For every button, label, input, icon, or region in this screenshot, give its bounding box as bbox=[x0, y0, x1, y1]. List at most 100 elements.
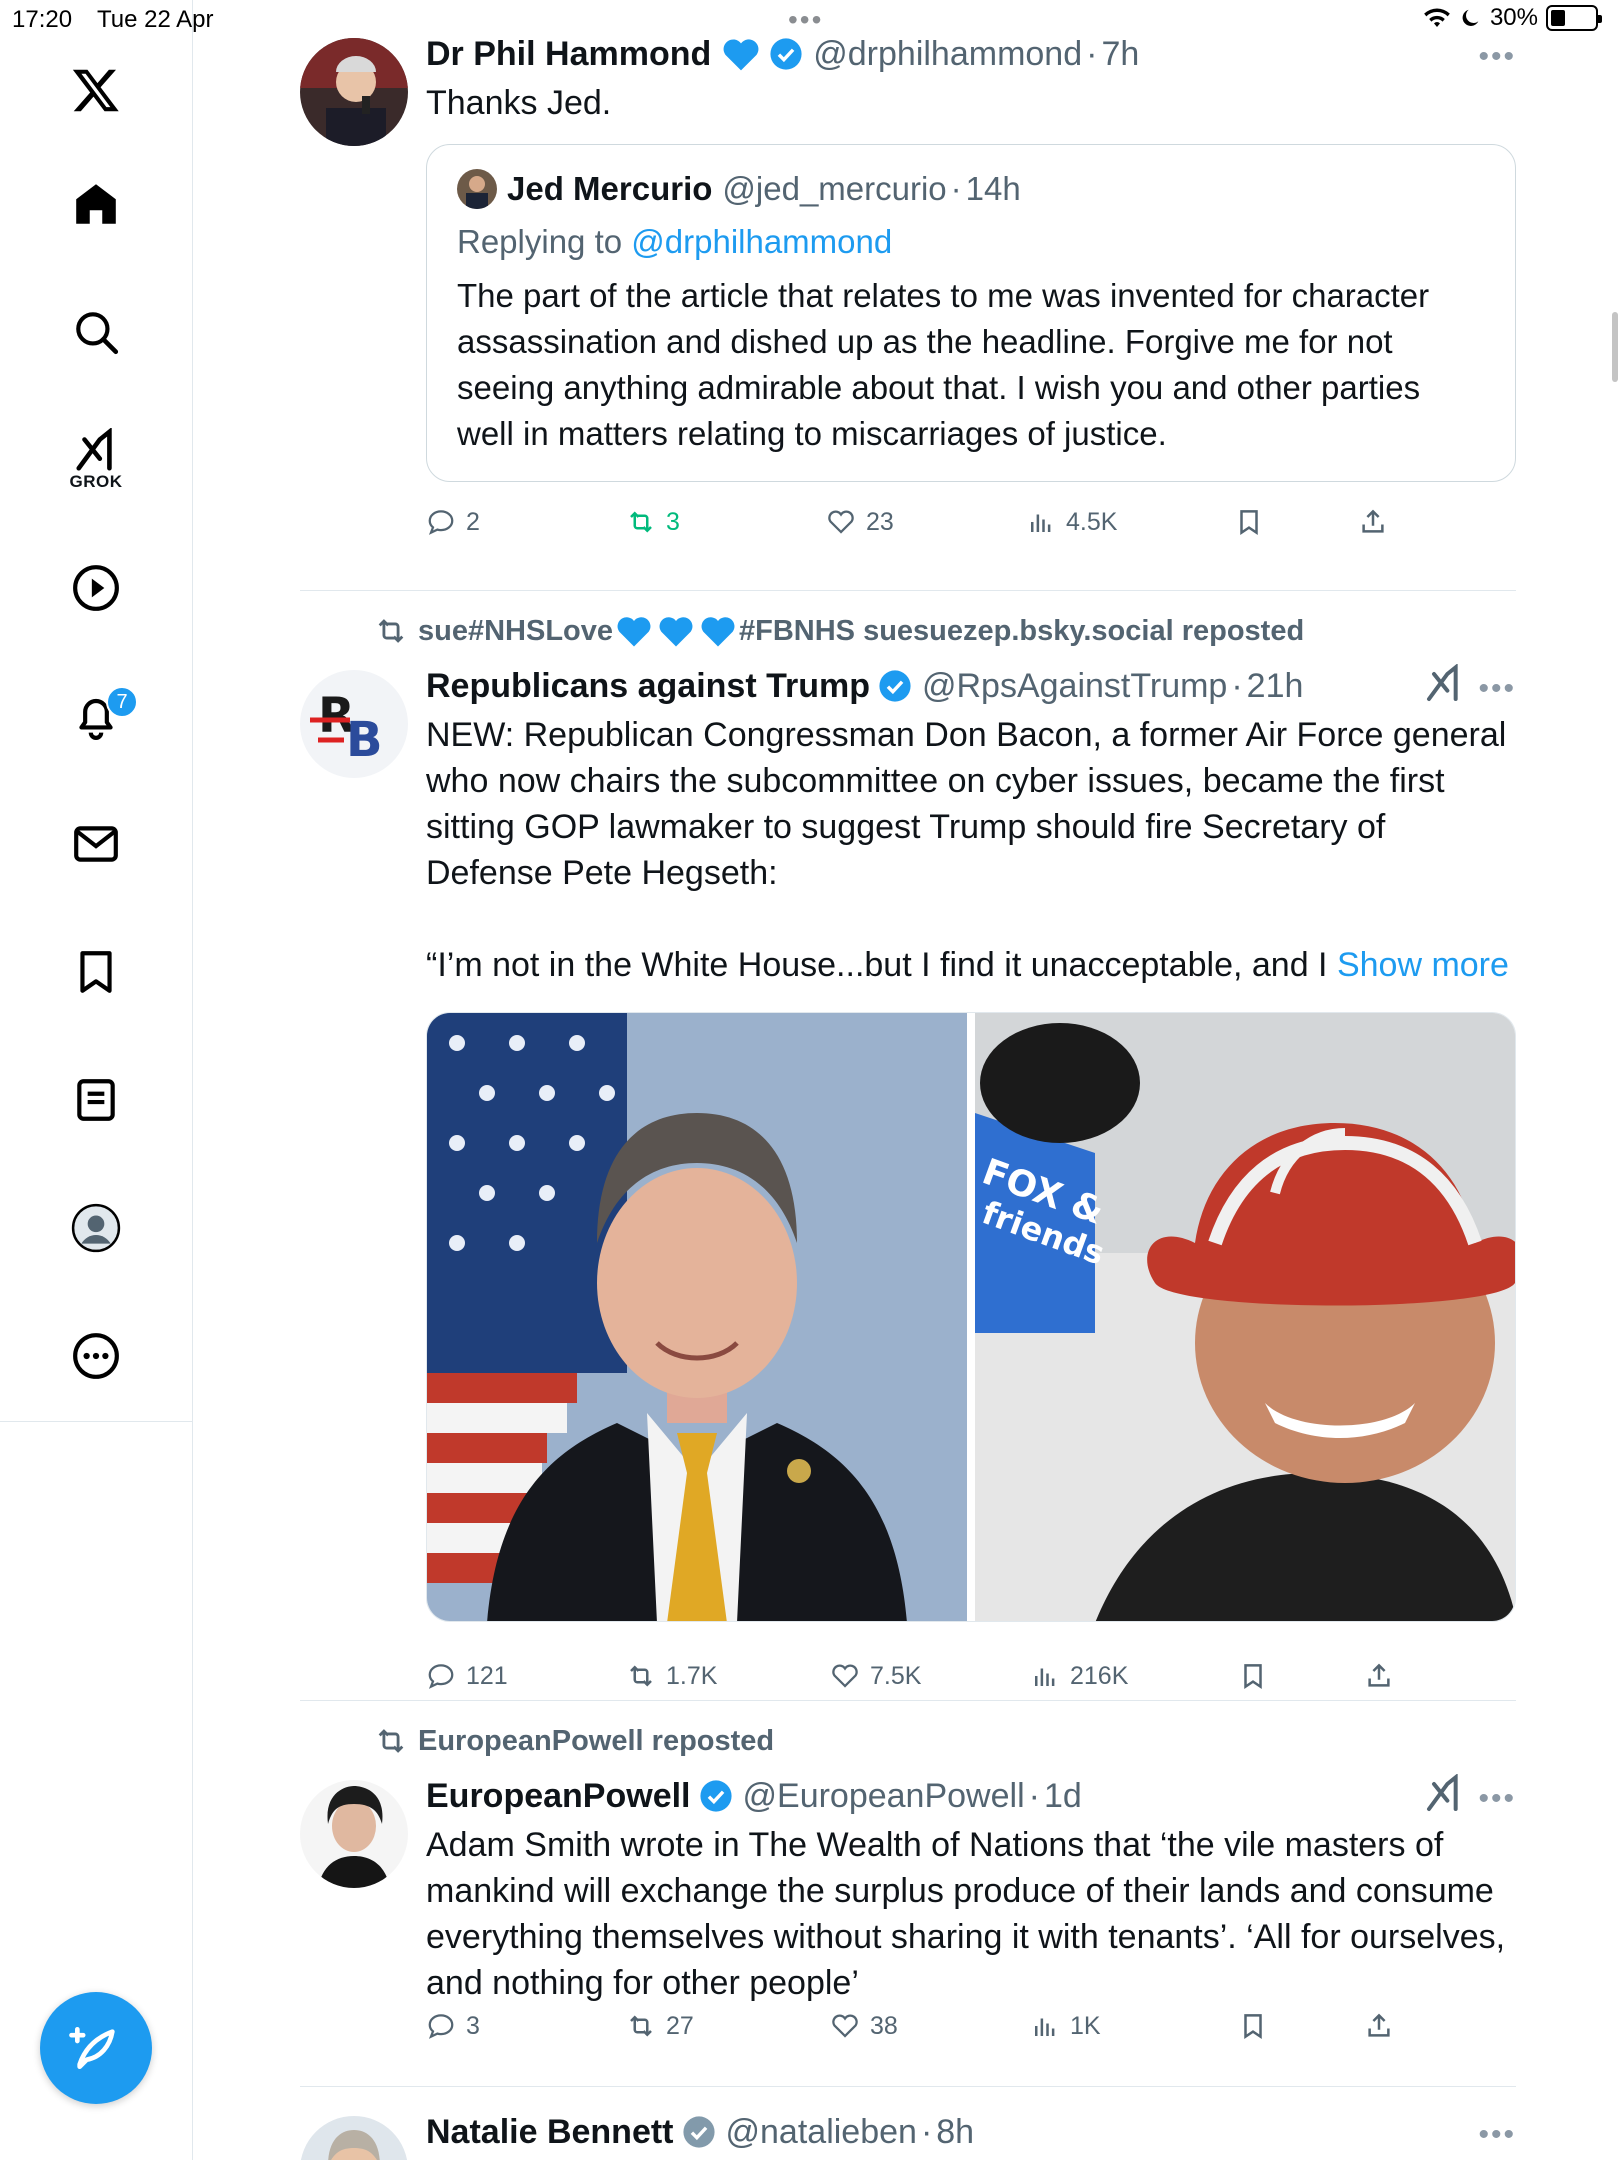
tweet-3-header: EuropeanPowell @EuropeanPowell · 1d bbox=[426, 1776, 1082, 1816]
tweet-3[interactable]: EuropeanPowell reposted EuropeanPowell @… bbox=[300, 1724, 1516, 2074]
profile-avatar-icon[interactable] bbox=[0, 1188, 192, 1268]
avatar-natalieben[interactable] bbox=[300, 2116, 408, 2160]
scrollbar-thumb[interactable] bbox=[1612, 312, 1618, 382]
reply-button[interactable]: 121 bbox=[426, 1661, 508, 1691]
show-more-link[interactable]: Show more bbox=[1337, 946, 1509, 984]
grok-icon[interactable]: GROK bbox=[0, 420, 192, 500]
home-icon[interactable] bbox=[0, 164, 192, 244]
bookmark-button[interactable] bbox=[1238, 1661, 1268, 1691]
quoted-tweet-text: The part of the article that relates to … bbox=[457, 277, 1430, 452]
author-name[interactable]: Dr Phil Hammond bbox=[426, 35, 711, 74]
author-handle[interactable]: @RpsAgainstTrump bbox=[922, 667, 1227, 706]
share-button[interactable] bbox=[1358, 507, 1388, 537]
author-name[interactable]: Republicans against Trump bbox=[426, 667, 870, 706]
share-button[interactable] bbox=[1364, 1661, 1394, 1691]
like-button[interactable]: 38 bbox=[830, 2011, 898, 2041]
repost-button[interactable]: 3 bbox=[626, 507, 680, 537]
tweet-text-truncated: “I’m not in the White House...but I find… bbox=[426, 946, 1337, 984]
repost-button[interactable]: 1.7K bbox=[626, 1661, 717, 1691]
tweet-text: NEW: Republican Congressman Don Bacon, a… bbox=[426, 716, 1507, 892]
views-button[interactable]: 4.5K bbox=[1026, 507, 1117, 537]
view-count: 4.5K bbox=[1066, 507, 1118, 536]
grok-explain-icon[interactable] bbox=[1424, 1774, 1464, 1814]
more-options-icon[interactable]: ••• bbox=[1478, 40, 1516, 74]
like-count: 7.5K bbox=[870, 1661, 922, 1690]
tweet-2[interactable]: sue#NHSLove #FBNHS suesuezep.bsky.social… bbox=[300, 614, 1516, 1694]
search-icon[interactable] bbox=[0, 292, 192, 372]
tweet-4-header: Natalie Bennett @natalieben · 8h bbox=[426, 2112, 975, 2152]
tweet-4-content: Natalie Bennett @natalieben · 8h ••• bbox=[426, 2110, 1516, 2154]
verified-badge-icon bbox=[699, 1780, 732, 1812]
x-logo-icon[interactable] bbox=[0, 50, 192, 130]
repost-context[interactable]: EuropeanPowell reposted bbox=[374, 1724, 774, 1758]
author-handle[interactable]: @EuropeanPowell bbox=[743, 1777, 1025, 1816]
battery-percent: 30% bbox=[1489, 4, 1538, 31]
post-time[interactable]: 8h bbox=[936, 2113, 974, 2152]
repost-count: 27 bbox=[666, 2011, 694, 2040]
share-button[interactable] bbox=[1364, 2011, 1394, 2041]
media-photo-don-bacon[interactable] bbox=[427, 1013, 967, 1621]
reply-button[interactable]: 3 bbox=[426, 2011, 480, 2041]
grok-explain-icon[interactable] bbox=[1424, 664, 1464, 704]
reply-icon bbox=[428, 1664, 454, 1689]
messages-envelope-icon[interactable] bbox=[0, 804, 192, 884]
author-name[interactable]: Natalie Bennett bbox=[426, 2113, 674, 2152]
like-button[interactable]: 7.5K bbox=[830, 1661, 921, 1691]
more-options-icon[interactable] bbox=[0, 1316, 192, 1396]
more-options-icon[interactable]: ••• bbox=[1478, 672, 1516, 706]
lists-icon[interactable] bbox=[0, 1060, 192, 1140]
reply-button[interactable]: 2 bbox=[426, 507, 480, 537]
view-count: 216K bbox=[1070, 1661, 1129, 1690]
quoted-author-name: Jed Mercurio bbox=[507, 170, 713, 207]
view-count: 1K bbox=[1070, 2011, 1101, 2040]
views-button[interactable]: 1K bbox=[1030, 2011, 1101, 2041]
repost-button[interactable]: 27 bbox=[626, 2011, 694, 2041]
author-handle[interactable]: @drphilhammond bbox=[813, 35, 1082, 74]
more-options-icon[interactable]: ••• bbox=[1478, 1782, 1516, 1816]
video-play-icon[interactable] bbox=[0, 548, 192, 628]
reposter-name-part1: sue#NHSLove bbox=[418, 614, 614, 647]
views-chart-icon bbox=[1035, 1668, 1055, 1686]
repost-context[interactable]: sue#NHSLove #FBNHS suesuezep.bsky.social… bbox=[374, 614, 1304, 648]
tweet-4[interactable]: Natalie Bennett @natalieben · 8h ••• bbox=[300, 2110, 1516, 2160]
media-photo-pete-hegseth[interactable]: FOX & friends bbox=[975, 1013, 1515, 1621]
quoted-tweet-header: Jed Mercurio @jed_mercurio · 14h bbox=[457, 169, 1485, 209]
views-chart-icon bbox=[1031, 514, 1051, 532]
wifi-icon bbox=[1424, 8, 1450, 27]
tweet-media-grid[interactable]: FOX & friends bbox=[426, 1012, 1516, 1622]
tweet-divider bbox=[300, 2086, 1516, 2087]
avatar-rpsagainsttrump[interactable]: RB bbox=[300, 670, 408, 778]
author-name[interactable]: EuropeanPowell bbox=[426, 1777, 691, 1816]
bookmarks-icon[interactable] bbox=[0, 932, 192, 1012]
repost-count: 1.7K bbox=[666, 1661, 718, 1690]
quoted-post-time: 14h bbox=[965, 170, 1021, 207]
more-options-icon[interactable]: ••• bbox=[1478, 2118, 1516, 2152]
notifications-bell-icon[interactable]: 7 bbox=[0, 676, 192, 756]
tweet-1[interactable]: Dr Phil Hammond @drphilhammond · 7h ••• … bbox=[300, 32, 1516, 592]
post-time[interactable]: 1d bbox=[1044, 1777, 1082, 1816]
compose-post-button[interactable] bbox=[40, 1992, 152, 2104]
repost-icon bbox=[630, 511, 652, 533]
tweet-2-header: Republicans against Trump @RpsAgainstTru… bbox=[426, 666, 1304, 706]
share-icon bbox=[1362, 509, 1384, 533]
svg-text:B: B bbox=[346, 712, 383, 768]
views-button[interactable]: 216K bbox=[1030, 1661, 1128, 1691]
reposter-name-part2: #FBNHS suesuezep.bsky.social reposted bbox=[739, 614, 1305, 647]
replying-to-handle[interactable]: @drphilhammond bbox=[631, 223, 892, 260]
post-time[interactable]: 7h bbox=[1101, 35, 1139, 74]
tweet-2-content: Republicans against Trump @RpsAgainstTru… bbox=[426, 664, 1516, 988]
post-time[interactable]: 21h bbox=[1247, 667, 1304, 706]
like-button[interactable]: 23 bbox=[826, 507, 894, 537]
author-handle[interactable]: @natalieben bbox=[726, 2113, 917, 2152]
avatar-europeanpowell[interactable] bbox=[300, 1780, 408, 1888]
tweet-1-header: Dr Phil Hammond @drphilhammond · 7h bbox=[426, 34, 1140, 74]
bookmark-button[interactable] bbox=[1234, 507, 1264, 537]
bookmark-button[interactable] bbox=[1238, 2011, 1268, 2041]
blue-heart-icon bbox=[723, 39, 759, 71]
verified-badge-icon bbox=[770, 38, 802, 70]
quoted-tweet[interactable]: Jed Mercurio @jed_mercurio · 14h Replyin… bbox=[426, 144, 1516, 482]
repost-icon bbox=[378, 619, 404, 643]
notifications-badge: 7 bbox=[106, 686, 138, 718]
reply-count: 121 bbox=[466, 1661, 508, 1690]
avatar-drphilhammond[interactable] bbox=[300, 38, 408, 146]
